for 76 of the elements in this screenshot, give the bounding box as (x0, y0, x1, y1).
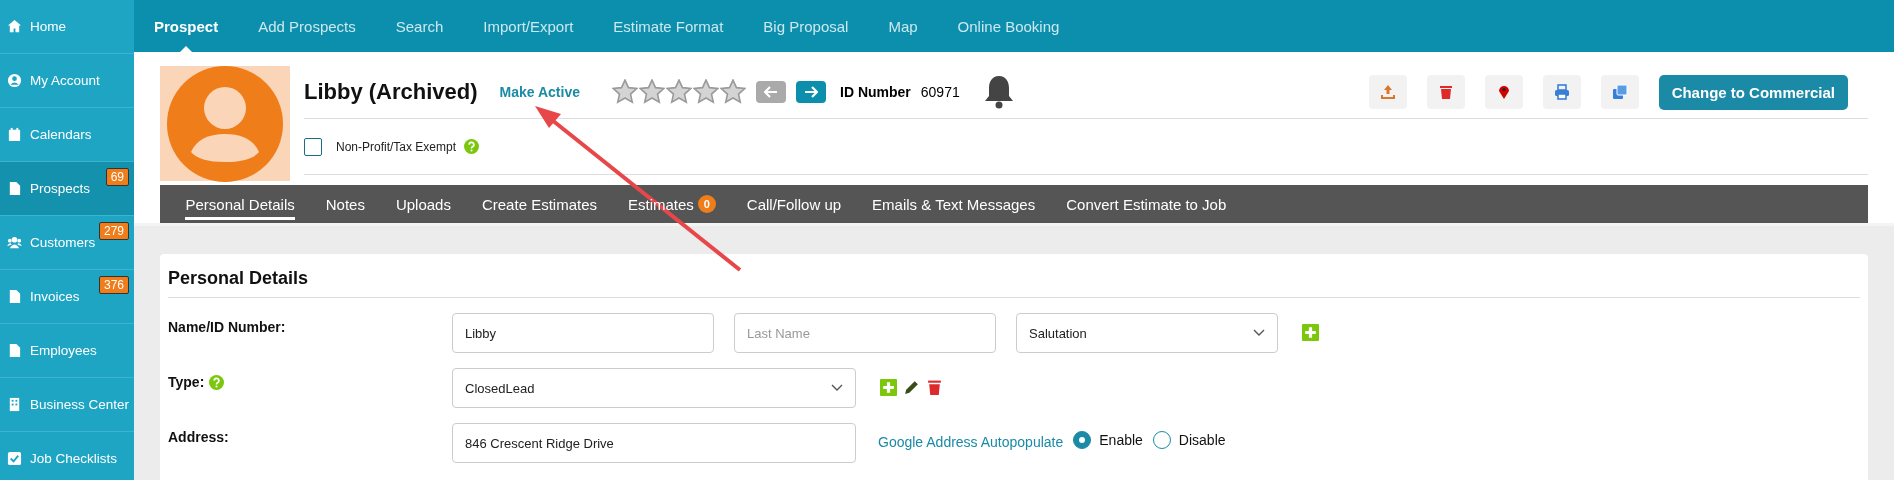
nav-tab[interactable]: Estimate Format (593, 0, 744, 52)
prospect-name: Libby (Archived) (304, 79, 478, 105)
checkbox-icon (7, 451, 22, 466)
id-label: ID Number (840, 84, 911, 100)
salutation-dropdown[interactable]: Salutation (1016, 313, 1278, 353)
section-tab[interactable]: Personal Details (170, 185, 311, 223)
trash-icon (1437, 84, 1454, 100)
document-icon (7, 343, 22, 358)
printer-icon (1553, 84, 1570, 100)
checkbox-label: Non-Profit/Tax Exempt (336, 139, 457, 154)
field-label: Name/ID Number: (168, 319, 286, 335)
first-name-field[interactable]: Libby (452, 313, 714, 353)
count-badge: 376 (98, 276, 129, 294)
home-icon (7, 19, 22, 34)
help-icon[interactable] (209, 374, 225, 390)
section-tab[interactable]: Call/Follow up (731, 185, 857, 223)
building-icon (7, 397, 22, 412)
star-icon[interactable] (612, 79, 638, 105)
change-to-commercial-button[interactable]: Change to Commercial (1658, 74, 1848, 110)
chevron-down-icon (831, 384, 843, 392)
radio-label: Enable (1099, 432, 1143, 448)
last-name-field[interactable]: Last Name (734, 313, 996, 353)
radio-button[interactable] (1073, 431, 1092, 449)
star-icon[interactable] (666, 79, 692, 105)
nav-tab[interactable]: Map (868, 0, 938, 52)
help-icon[interactable] (464, 139, 480, 154)
id-value: 60971 (920, 84, 960, 100)
bell-icon[interactable] (983, 74, 1014, 110)
autopopulate-label: Google Address Autopopulate (878, 434, 1064, 450)
arrow-right-icon (804, 86, 818, 98)
section-tab[interactable]: Convert Estimate to Job (1050, 185, 1242, 223)
section-tab[interactable]: Uploads (380, 185, 467, 223)
trash-button[interactable] (1426, 75, 1465, 109)
copy-icon (1611, 84, 1628, 100)
map-pin-button[interactable] (1484, 75, 1523, 109)
nav-tab[interactable]: Search (375, 0, 464, 52)
section-title: Personal Details (168, 262, 1860, 298)
star-icon[interactable] (639, 79, 665, 105)
document-icon (7, 289, 22, 304)
count-badge: 279 (98, 222, 129, 240)
field-label: Type: (168, 374, 205, 390)
trash-icon[interactable] (926, 379, 943, 396)
document-icon (7, 181, 22, 196)
sidebar-item[interactable]: Customers 279 (0, 216, 134, 270)
nav-tab[interactable]: Big Proposal (743, 0, 869, 52)
section-tab[interactable]: Create Estimates (466, 185, 613, 223)
calendar-icon (7, 127, 22, 142)
section-tab[interactable]: Notes (310, 185, 381, 223)
upload-button[interactable] (1368, 75, 1407, 109)
next-button[interactable] (796, 81, 826, 103)
star-icon[interactable] (693, 79, 719, 105)
nav-tab[interactable]: Add Prospects (238, 0, 376, 52)
type-dropdown[interactable]: ClosedLead (452, 368, 856, 408)
user-circle-icon (7, 73, 22, 88)
copy-button[interactable] (1600, 75, 1639, 109)
count-badge: 0 (697, 195, 716, 213)
sidebar-item[interactable]: Prospects 69 (0, 162, 134, 216)
nav-tab[interactable]: Import/Export (463, 0, 594, 52)
upload-icon (1379, 84, 1396, 100)
star-icon[interactable] (720, 79, 746, 105)
count-badge: 69 (105, 168, 129, 186)
nav-tab[interactable]: Online Booking (937, 0, 1080, 52)
make-active-link[interactable]: Make Active (499, 84, 580, 100)
printer-button[interactable] (1542, 75, 1581, 109)
add-icon[interactable] (1302, 324, 1319, 341)
arrow-left-icon (764, 86, 778, 98)
pencil-icon[interactable] (903, 379, 920, 396)
users-icon (7, 235, 22, 250)
address-field[interactable]: 846 Crescent Ridge Drive (452, 423, 856, 463)
sidebar-item[interactable]: Invoices 376 (0, 270, 134, 324)
field-label: Address: (168, 429, 229, 445)
section-tab[interactable]: Emails & Text Messages (856, 185, 1051, 223)
radio-label: Disable (1178, 432, 1226, 448)
checkbox[interactable] (304, 137, 322, 156)
add-icon[interactable] (880, 379, 897, 396)
chevron-down-icon (1253, 329, 1265, 337)
